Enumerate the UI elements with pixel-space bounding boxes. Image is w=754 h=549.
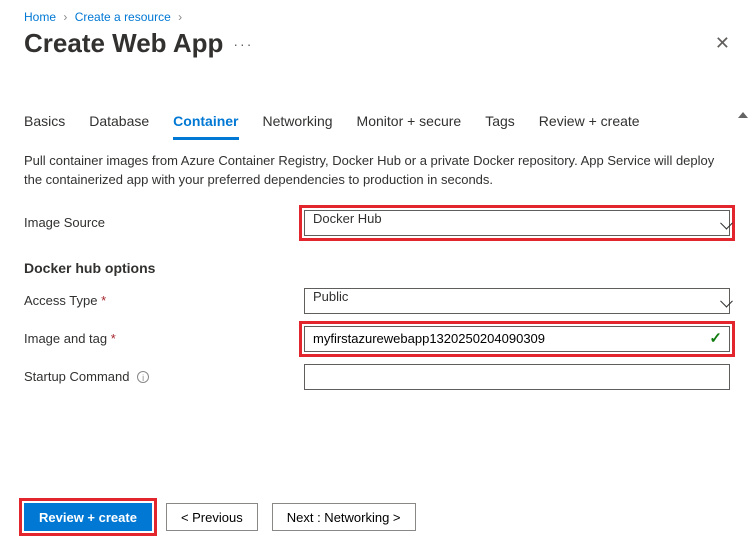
breadcrumb: Home › Create a resource › xyxy=(0,0,754,28)
input-image-and-tag[interactable] xyxy=(304,326,730,352)
row-startup-command: Startup Command i xyxy=(24,364,730,390)
input-startup-command[interactable] xyxy=(304,364,730,390)
more-icon[interactable]: ··· xyxy=(233,36,253,52)
tab-monitor[interactable]: Monitor + secure xyxy=(357,107,462,140)
page-header: Create Web App ··· ✕ xyxy=(0,28,754,79)
tab-networking[interactable]: Networking xyxy=(263,107,333,140)
previous-button[interactable]: < Previous xyxy=(166,503,258,531)
breadcrumb-sep: › xyxy=(63,10,67,24)
section-docker-hub-options: Docker hub options xyxy=(24,260,730,276)
breadcrumb-create-resource[interactable]: Create a resource xyxy=(75,10,171,24)
tab-tags[interactable]: Tags xyxy=(485,107,515,140)
description-text: Pull container images from Azure Contain… xyxy=(24,152,724,190)
label-access-type: Access Type * xyxy=(24,293,304,308)
required-icon: * xyxy=(111,331,116,346)
tab-basics[interactable]: Basics xyxy=(24,107,65,140)
info-icon[interactable]: i xyxy=(137,371,149,383)
close-icon[interactable]: ✕ xyxy=(715,33,730,54)
row-image-and-tag: Image and tag * ✓ xyxy=(24,326,730,352)
row-image-source: Image Source Docker Hub xyxy=(24,210,730,236)
tab-container[interactable]: Container xyxy=(173,107,238,140)
label-image-source: Image Source xyxy=(24,215,304,230)
review-create-button[interactable]: Review + create xyxy=(24,503,152,531)
tab-database[interactable]: Database xyxy=(89,107,149,140)
label-startup-command: Startup Command i xyxy=(24,369,304,384)
row-access-type: Access Type * Public xyxy=(24,288,730,314)
select-image-source[interactable]: Docker Hub xyxy=(304,210,730,236)
label-image-and-tag: Image and tag * xyxy=(24,331,304,346)
select-access-type[interactable]: Public xyxy=(304,288,730,314)
breadcrumb-sep: › xyxy=(178,10,182,24)
tab-bar: Basics Database Container Networking Mon… xyxy=(24,95,730,140)
next-button[interactable]: Next : Networking > xyxy=(272,503,416,531)
page-title: Create Web App xyxy=(24,28,223,59)
breadcrumb-home[interactable]: Home xyxy=(24,10,56,24)
footer-bar: Review + create < Previous Next : Networ… xyxy=(0,485,754,549)
tab-review[interactable]: Review + create xyxy=(539,107,640,140)
content-area: Basics Database Container Networking Mon… xyxy=(0,95,754,479)
required-icon: * xyxy=(101,293,106,308)
